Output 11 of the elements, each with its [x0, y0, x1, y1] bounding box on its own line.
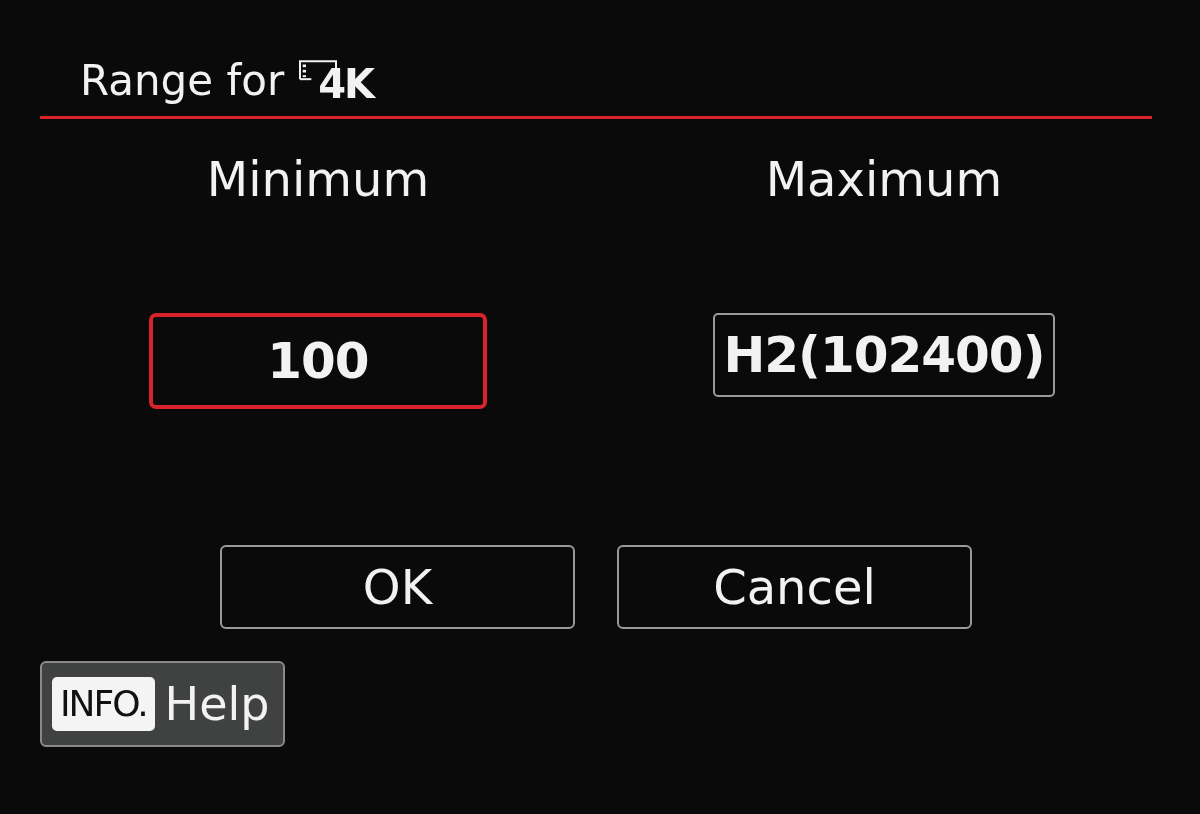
screen-title: Range for	[80, 56, 285, 106]
dialog-button[interactable]: Cancel	[617, 545, 972, 629]
help-button[interactable]: INFO. Help	[40, 661, 286, 747]
value-field[interactable]: 100	[148, 313, 487, 409]
format-label: 4K	[318, 62, 374, 106]
dialog-button[interactable]: OK	[220, 545, 575, 629]
column-heading: Maximum	[765, 150, 1003, 209]
info-key-label: INFO.	[52, 677, 155, 731]
column-heading: Minimum	[206, 150, 430, 209]
help-label: Help	[164, 676, 270, 732]
value-field[interactable]: H2(102400)	[713, 313, 1055, 397]
